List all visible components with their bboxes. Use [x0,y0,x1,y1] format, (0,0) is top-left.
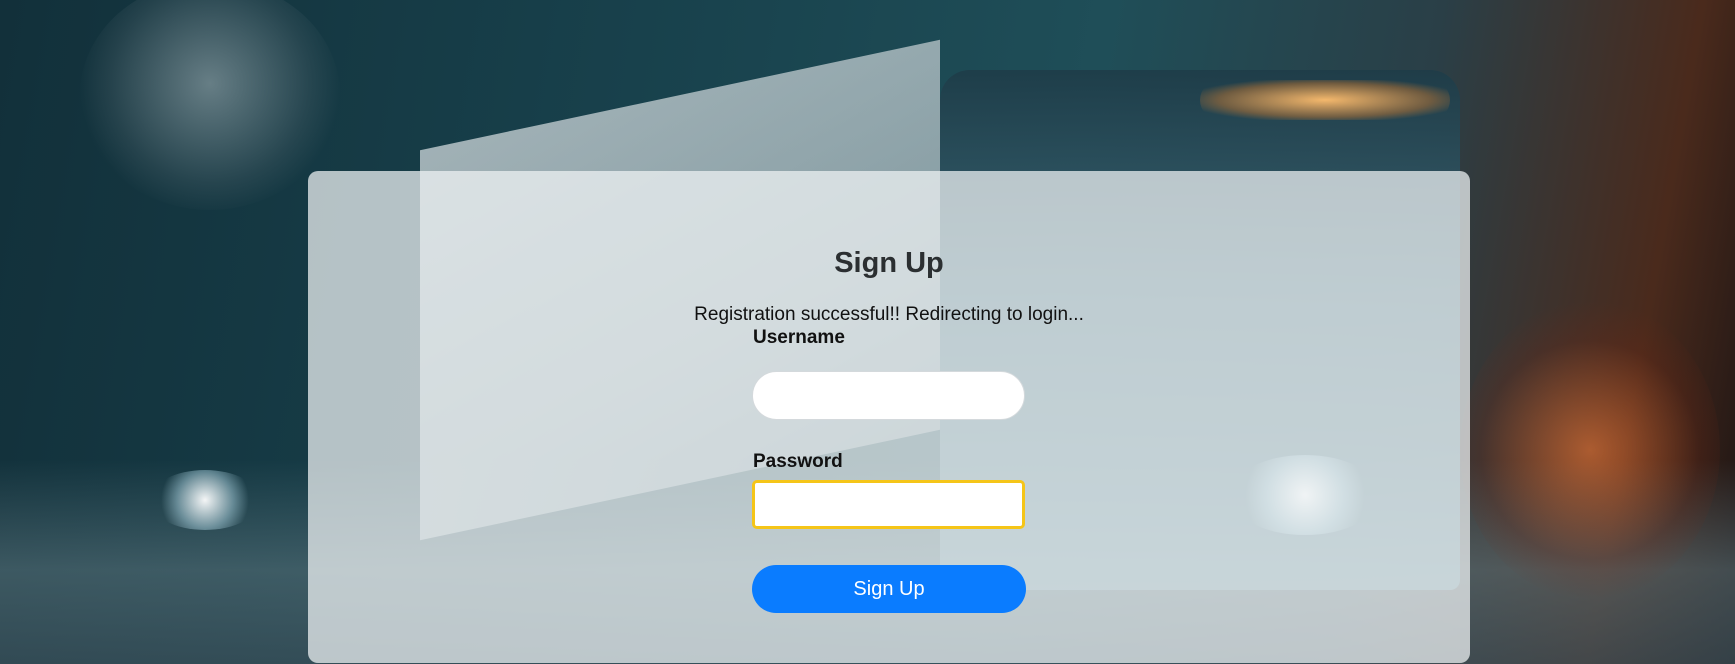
password-input[interactable] [752,480,1025,529]
background-orange-glow [1460,300,1720,600]
sign-up-button[interactable]: Sign Up [752,565,1026,613]
signup-card: Sign Up Registration successful!! Redire… [308,171,1470,663]
status-message: Registration successful!! Redirecting to… [694,304,1084,325]
background-smoke [80,0,340,210]
username-label: Username [753,327,845,348]
page-title: Sign Up [834,247,944,279]
background-car-headlights [150,470,260,530]
background-roof-lights [1200,80,1450,120]
password-label: Password [753,451,843,472]
username-input[interactable] [752,371,1025,420]
